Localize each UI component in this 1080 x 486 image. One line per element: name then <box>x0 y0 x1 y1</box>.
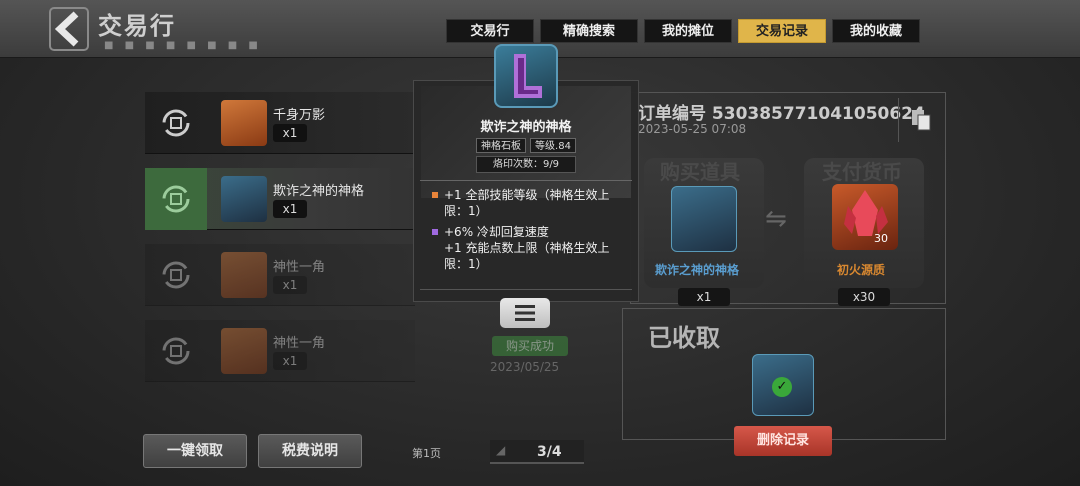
tab-market[interactable]: 交易行 <box>446 19 534 43</box>
order-number: 订单编号 530385771041050624 <box>638 104 925 124</box>
page-label: 第1页 <box>412 447 441 460</box>
tooltip-tags: 神格石板 等级.84 <box>413 138 639 153</box>
orange-bullet-icon <box>432 192 438 198</box>
collected-label: 已收取 <box>648 324 720 352</box>
list-item[interactable]: 欺诈之神的神格 x1 <box>145 168 415 230</box>
refresh-icon <box>145 92 207 154</box>
list-item[interactable]: 神性一角 x1 <box>145 244 415 306</box>
pay-currency-name: 初火源质 <box>837 263 886 277</box>
tab-trade-records[interactable]: 交易记录 <box>738 19 826 43</box>
tab-precise-search[interactable]: 精确搜索 <box>540 19 638 43</box>
item-level-tag: 等级.84 <box>530 138 576 153</box>
item-thumbnail <box>221 252 267 298</box>
purchase-date: 2023/05/25 <box>490 360 560 374</box>
refresh-icon <box>145 244 207 306</box>
menu-icon <box>515 305 535 321</box>
item-quantity: x1 <box>273 200 307 218</box>
refresh-icon <box>145 320 207 382</box>
chevron-left-icon <box>49 7 89 51</box>
buy-item-name: 欺诈之神的神格 <box>655 263 740 277</box>
item-type-tag: 神格石板 <box>476 138 527 153</box>
order-datetime: 2023-05-25 07:08 <box>638 122 747 136</box>
tab-bar: 交易行 精确搜索 我的摊位 交易记录 我的收藏 <box>446 19 920 43</box>
claim-all-button[interactable]: 一键领取 <box>143 434 247 468</box>
tooltip-item-icon <box>494 44 558 108</box>
item-quantity: x1 <box>273 352 307 370</box>
buy-item-quantity: x1 <box>678 288 730 306</box>
page-count: 3/4 <box>537 444 562 460</box>
buy-item-icon[interactable] <box>671 186 737 252</box>
tooltip-divider <box>420 180 632 181</box>
exchange-arrows-icon: ⇋ <box>765 204 787 234</box>
purple-bullet-icon <box>432 229 438 235</box>
delete-record-button[interactable]: 删除记录 <box>734 426 832 456</box>
item-name: 千身万影 <box>273 108 326 123</box>
item-thumbnail <box>221 328 267 374</box>
tooltip-stat-line: +1 全部技能等级（神格生效上限：1） <box>444 188 610 218</box>
refresh-icon <box>145 168 207 230</box>
item-quantity: x1 <box>273 124 307 142</box>
tab-my-stall[interactable]: 我的摊位 <box>644 19 732 43</box>
buy-item-label: 购买道具 <box>660 160 740 184</box>
pay-icon-count: 30 <box>874 232 888 245</box>
pay-currency-label: 支付货币 <box>822 160 902 184</box>
check-icon: ✓ <box>772 377 792 397</box>
item-name: 欺诈之神的神格 <box>273 184 365 199</box>
purchase-success-badge: 购买成功 <box>492 336 568 356</box>
list-item[interactable]: 神性一角 x1 <box>145 320 415 382</box>
crystal-icon[interactable] <box>832 184 898 250</box>
tooltip-stat-line: +6% 冷却回复速度 <box>444 225 549 239</box>
tooltip-item-name: 欺诈之神的神格 <box>480 120 572 135</box>
imprint-count: 烙印次数：9/9 <box>476 156 576 173</box>
tax-info-button[interactable]: 税费说明 <box>258 434 362 468</box>
item-thumbnail <box>221 100 267 146</box>
title-decoration: ■ ■ ■ ■ ■ ■ ■ ■ <box>104 40 262 51</box>
pager-decor-icon: ◢ <box>496 443 506 457</box>
tooltip-stat-line: +1 充能点数上限（神格生效上限：1） <box>444 241 610 271</box>
item-name: 神性一角 <box>273 336 326 351</box>
item-quantity: x1 <box>273 276 307 294</box>
item-thumbnail <box>221 176 267 222</box>
copy-icon <box>911 110 930 131</box>
item-name: 神性一角 <box>273 260 326 275</box>
list-item[interactable]: 千身万影 x1 <box>145 92 415 154</box>
menu-button[interactable] <box>500 298 550 328</box>
tab-favorites[interactable]: 我的收藏 <box>832 19 920 43</box>
page-title: 交易行 <box>98 12 176 40</box>
copy-button[interactable] <box>898 98 942 142</box>
back-button[interactable] <box>48 6 90 52</box>
pay-currency-quantity: x30 <box>838 288 890 306</box>
